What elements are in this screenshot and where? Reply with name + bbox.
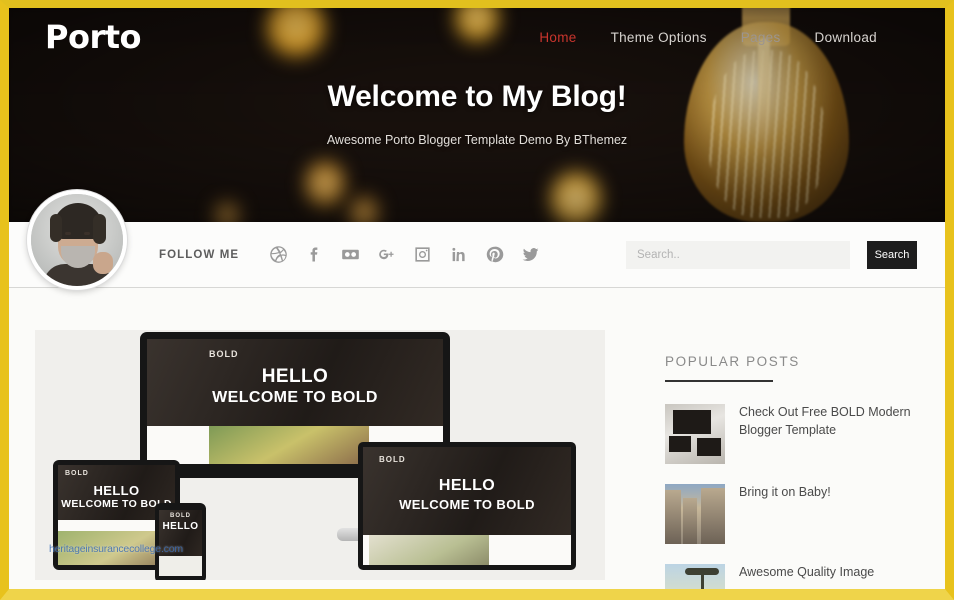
avatar-eye (65, 232, 71, 235)
screen-photo (209, 426, 369, 464)
facebook-icon[interactable] (305, 245, 324, 264)
avatar-eye (84, 232, 90, 235)
avatar[interactable] (27, 190, 127, 290)
hero-subtitle: Awesome Porto Blogger Template Demo By B… (326, 133, 628, 147)
phone-mockup: BOLD HELLO (155, 503, 206, 580)
thumb-laptop (697, 438, 721, 456)
screen-photo (369, 535, 489, 565)
laptop-screen: BOLD HELLO WELCOME TO BOLD (363, 447, 571, 565)
screen-brand-label: BOLD (379, 455, 406, 464)
pinterest-icon[interactable] (485, 245, 504, 264)
linkedin-icon[interactable] (449, 245, 468, 264)
google-plus-icon[interactable] (377, 245, 396, 264)
post-column: BOLD HELLO WELCOME TO BOLD BOLD HELLO WE… (35, 330, 605, 589)
featured-post-image[interactable]: BOLD HELLO WELCOME TO BOLD BOLD HELLO WE… (35, 330, 605, 580)
post-thumbnail[interactable] (665, 404, 725, 464)
screen-heading-1: HELLO (93, 483, 140, 498)
search-form: Search (626, 240, 917, 269)
popular-posts-heading: POPULAR POSTS (665, 354, 800, 369)
image-watermark: heritageinsurancecollege.com (49, 543, 183, 555)
dribbble-icon[interactable] (269, 245, 288, 264)
screen-heading-1: HELLO (162, 521, 199, 532)
post-thumbnail[interactable] (665, 484, 725, 544)
social-icon-list (269, 245, 540, 264)
top-navigation: Porto Home Theme Options Pages Download (9, 8, 945, 66)
list-item[interactable]: Awesome Quality Image (665, 564, 915, 589)
laptop-mockup: BOLD HELLO WELCOME TO BOLD (358, 442, 576, 570)
heading-underline (665, 380, 773, 382)
twitter-icon[interactable] (521, 245, 540, 264)
instagram-icon[interactable] (413, 245, 432, 264)
nav-item-home[interactable]: Home (539, 30, 576, 45)
avatar-hand (93, 252, 113, 274)
hero-text-block: Welcome to My Blog! Awesome Porto Blogge… (9, 80, 945, 147)
screen-heading-2: WELCOME TO BOLD (399, 497, 535, 512)
screen-brand-label: BOLD (170, 513, 191, 519)
nav-links: Home Theme Options Pages Download (539, 30, 921, 45)
post-title[interactable]: Bring it on Baby! (739, 484, 831, 544)
hero-banner: Porto Home Theme Options Pages Download … (9, 8, 945, 222)
screen-content-strip (159, 556, 202, 576)
list-item[interactable]: Check Out Free BOLD Modern Blogger Templ… (665, 404, 915, 464)
hero-title: Welcome to My Blog! (327, 80, 627, 113)
list-item[interactable]: Bring it on Baby! (665, 484, 915, 544)
nav-item-theme-options[interactable]: Theme Options (611, 30, 707, 45)
search-input[interactable] (626, 240, 850, 269)
main-content-area: BOLD HELLO WELCOME TO BOLD BOLD HELLO WE… (9, 288, 945, 589)
sidebar: POPULAR POSTS Check Out Free BOLD Modern… (665, 330, 915, 589)
search-button[interactable]: Search (867, 240, 917, 269)
screen-heading-2: WELCOME TO BOLD (212, 389, 378, 406)
thumb-building (701, 488, 725, 544)
avatar-hair-side (50, 214, 62, 242)
follow-me-label: FOLLOW ME (159, 248, 240, 261)
thumb-building (683, 498, 697, 544)
screen-brand-label: BOLD (209, 349, 239, 359)
follow-search-bar: FOLLOW ME Search.. Search (9, 190, 945, 290)
screen-heading-1: HELLO (438, 477, 496, 494)
thumb-tablet (669, 436, 691, 452)
post-title[interactable]: Check Out Free BOLD Modern Blogger Templ… (739, 404, 915, 464)
post-thumbnail[interactable] (665, 564, 725, 589)
site-logo[interactable]: Porto (45, 18, 142, 56)
post-title[interactable]: Awesome Quality Image (739, 564, 874, 589)
thumb-building (665, 490, 681, 544)
page-frame: Porto Home Theme Options Pages Download … (0, 0, 954, 600)
nav-item-download[interactable]: Download (815, 30, 877, 45)
flickr-icon[interactable] (341, 245, 360, 264)
avatar-hair-side (93, 214, 106, 244)
screen-heading-1: HELLO (261, 366, 329, 387)
thumb-monitor (673, 410, 711, 434)
nav-item-pages[interactable]: Pages (741, 30, 781, 45)
screen-brand-label: BOLD (65, 470, 89, 477)
thumb-tree-canopy (685, 568, 719, 575)
